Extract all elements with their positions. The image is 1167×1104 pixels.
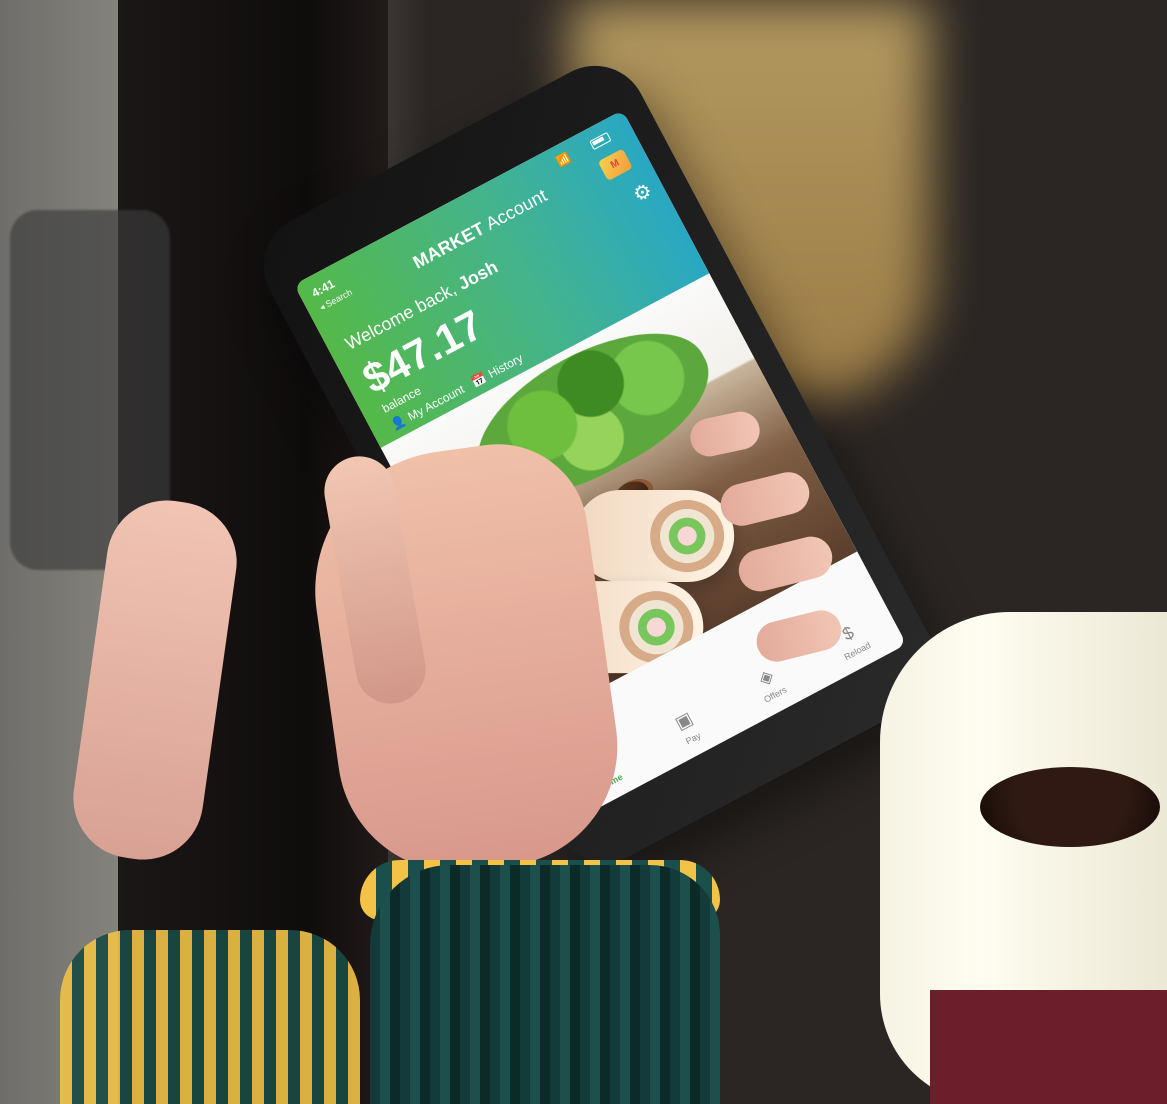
coffee-liquid bbox=[980, 767, 1160, 847]
page-title: MARKET Account bbox=[410, 185, 551, 273]
tab-offers[interactable]: ◈ Offers bbox=[735, 654, 804, 713]
tab-pay[interactable]: ▣ Pay bbox=[653, 698, 722, 757]
calendar-icon: 📅 bbox=[468, 370, 489, 390]
user-name: Josh bbox=[454, 256, 502, 294]
left-sleeve bbox=[60, 930, 360, 1104]
red-scarf bbox=[930, 990, 1167, 1104]
tab-pay-label: Pay bbox=[684, 730, 703, 747]
signal-icon: 📶 bbox=[555, 151, 573, 169]
battery-icon bbox=[589, 131, 612, 151]
user-icon: 👤 bbox=[388, 413, 409, 433]
photo-scene: 4:41 ◂ Search MARKET Account 📶 M Welcome… bbox=[0, 0, 1167, 1104]
wrap-sandwich bbox=[574, 490, 735, 583]
market-card-icon[interactable]: M bbox=[597, 148, 633, 182]
gear-icon[interactable]: ⚙ bbox=[629, 177, 657, 207]
title-light: Account bbox=[478, 185, 551, 236]
knit-sleeve bbox=[370, 865, 720, 1104]
